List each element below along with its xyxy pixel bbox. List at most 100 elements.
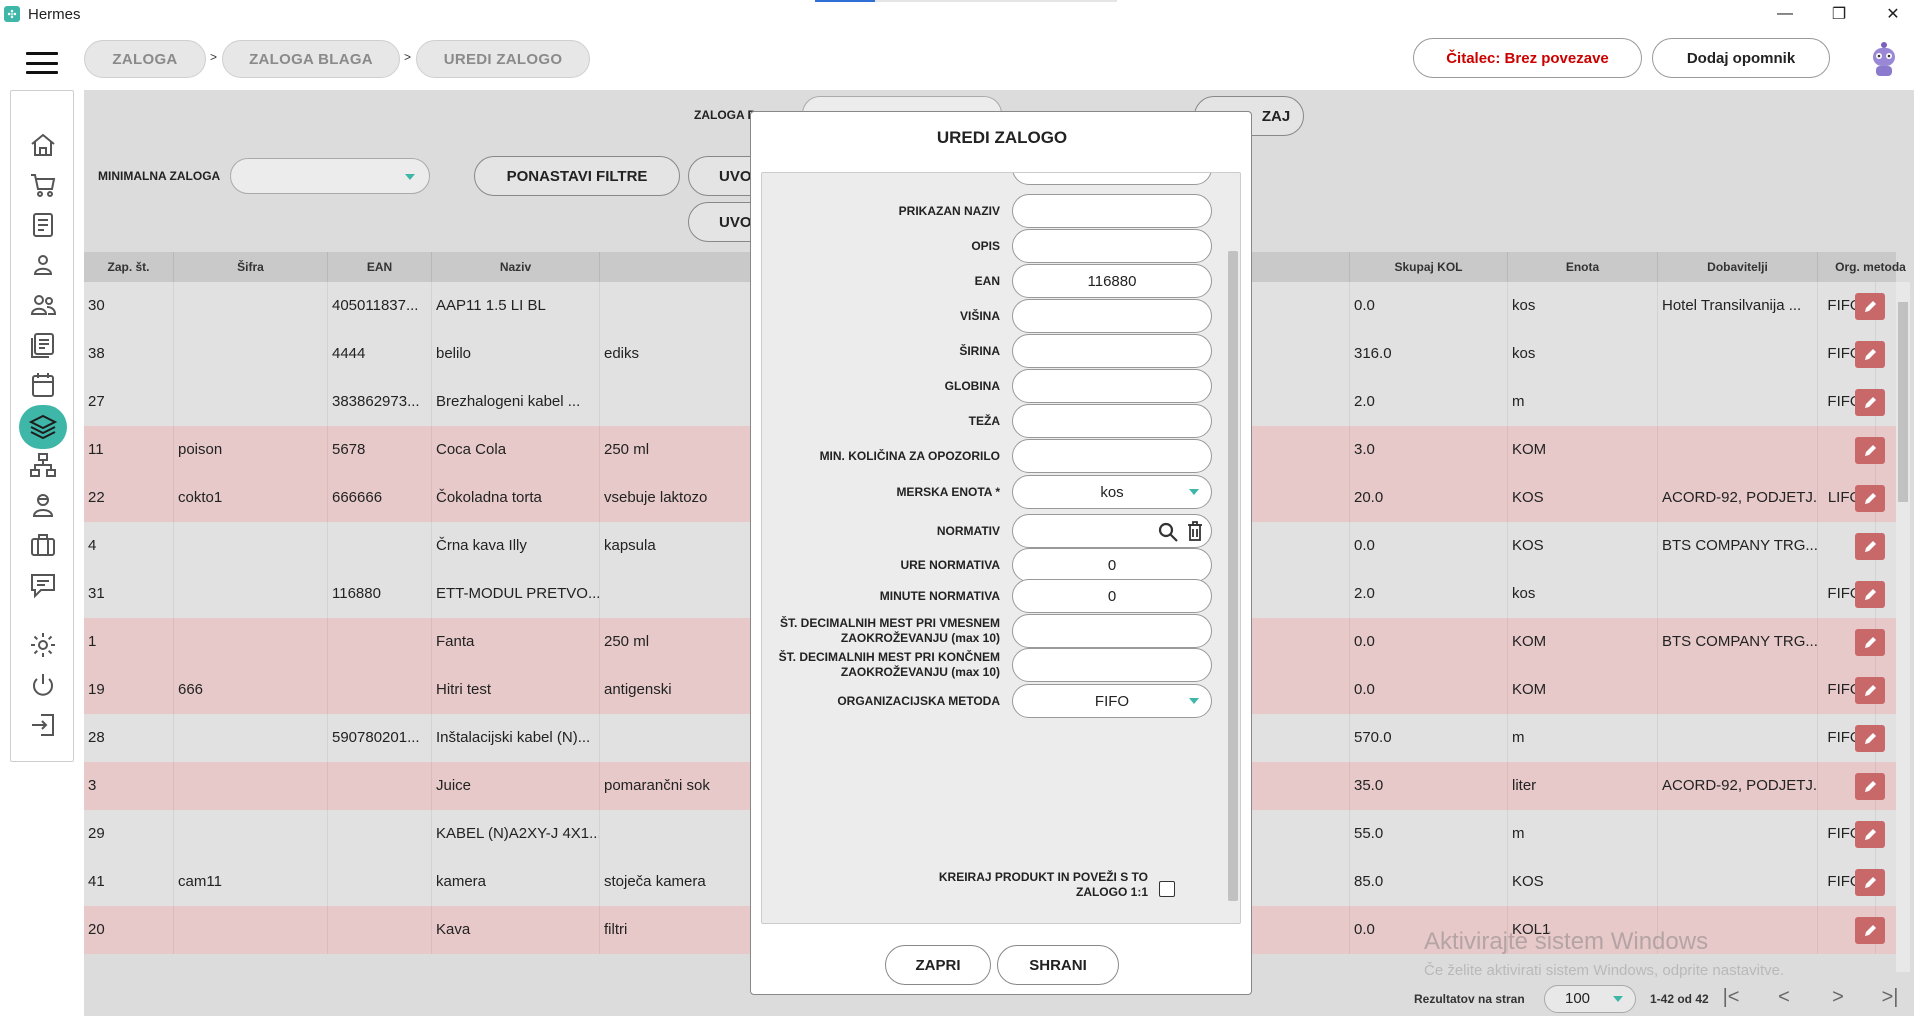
layers-icon[interactable] xyxy=(19,405,67,449)
field-label: OPIS xyxy=(971,238,1000,253)
col-code[interactable]: Šifra xyxy=(174,252,328,282)
field-input[interactable] xyxy=(1012,404,1212,438)
cell-code: cam11 xyxy=(174,858,328,906)
avatar-icon[interactable] xyxy=(1867,40,1901,78)
logout-icon[interactable] xyxy=(27,709,59,741)
cell-ean: 590780201... xyxy=(328,714,432,762)
edit-icon[interactable] xyxy=(1855,485,1885,512)
field-input[interactable] xyxy=(1012,299,1212,333)
col-unit[interactable]: Enota xyxy=(1508,252,1658,282)
col-index[interactable]: Zap. št. xyxy=(84,252,174,282)
menu-icon[interactable] xyxy=(26,52,58,74)
stock-filter-label: ZALOGA P xyxy=(694,108,756,122)
field-input[interactable]: 0 xyxy=(1012,579,1212,613)
gear-icon[interactable] xyxy=(27,629,59,661)
home-icon[interactable] xyxy=(27,129,59,161)
field-input[interactable] xyxy=(1012,614,1212,648)
cell-name: Čokoladna torta xyxy=(432,474,600,522)
cell-name: Hitri test xyxy=(432,666,600,714)
form-row: ŠIRINA xyxy=(762,333,1224,369)
field-input[interactable] xyxy=(1012,229,1212,263)
edit-icon[interactable] xyxy=(1855,437,1885,464)
cell-name: Fanta xyxy=(432,618,600,666)
briefcase-icon[interactable] xyxy=(27,529,59,561)
cell-code xyxy=(174,522,328,570)
col-name[interactable]: Naziv xyxy=(432,252,600,282)
cell-unit: liter xyxy=(1508,762,1658,810)
edit-icon[interactable] xyxy=(1855,341,1885,368)
edit-icon[interactable] xyxy=(1855,821,1885,848)
hidden-field-above[interactable] xyxy=(1012,173,1212,185)
restore-button[interactable]: ❐ xyxy=(1816,0,1862,28)
field-input[interactable] xyxy=(1012,369,1212,403)
breadcrumb-zaloga-blaga[interactable]: ZALOGA BLAGA xyxy=(222,40,400,78)
cell-name: Inštalacijski kabel (N)... xyxy=(432,714,600,762)
results-range: 1-42 od 42 xyxy=(1650,992,1709,1006)
edit-icon[interactable] xyxy=(1855,389,1885,416)
breadcrumb-uredi-zalogo[interactable]: UREDI ZALOGO xyxy=(416,40,590,78)
trash-icon[interactable] xyxy=(1185,520,1205,546)
close-button[interactable]: ZAPRI xyxy=(885,945,991,985)
per-page-select[interactable]: 100 xyxy=(1544,985,1636,1013)
field-input[interactable] xyxy=(1012,514,1212,548)
field-label: PRIKAZAN NAZIV xyxy=(898,203,1000,218)
cell-unit: m xyxy=(1508,810,1658,858)
cart-icon[interactable] xyxy=(27,169,59,201)
save-button[interactable]: SHRANI xyxy=(997,945,1119,985)
add-reminder-button[interactable]: Dodaj opomnik xyxy=(1652,38,1830,78)
form-row: MERSKA ENOTA * kos xyxy=(762,474,1224,510)
edit-icon[interactable] xyxy=(1855,581,1885,608)
edit-icon[interactable] xyxy=(1855,677,1885,704)
first-page-icon[interactable]: |< xyxy=(1717,983,1745,1011)
edit-icon[interactable] xyxy=(1855,773,1885,800)
cell-unit: KOM xyxy=(1508,666,1658,714)
calendar-icon[interactable] xyxy=(27,369,59,401)
table-scrollbar[interactable] xyxy=(1896,282,1910,972)
last-page-icon[interactable]: >| xyxy=(1876,983,1904,1011)
network-icon[interactable] xyxy=(27,449,59,481)
document-icon[interactable] xyxy=(27,209,59,241)
cell-ean: 666666 xyxy=(328,474,432,522)
edit-icon[interactable] xyxy=(1855,917,1885,944)
col-method[interactable]: Org. metoda xyxy=(1818,252,1920,282)
col-ean[interactable]: EAN xyxy=(328,252,432,282)
cell-name: AAP11 1.5 LI BL xyxy=(432,282,600,330)
field-label: EAN xyxy=(974,273,1000,288)
edit-icon[interactable] xyxy=(1855,869,1885,896)
close-window-button[interactable]: ✕ xyxy=(1870,0,1916,28)
field-select[interactable]: FIFO xyxy=(1012,684,1212,718)
dialog-scrollbar[interactable] xyxy=(1226,173,1240,923)
prev-page-icon[interactable]: < xyxy=(1770,983,1798,1011)
cell-unit: kos xyxy=(1508,282,1658,330)
reader-status-button[interactable]: Čitalec: Brez povezave xyxy=(1413,38,1642,78)
min-stock-select[interactable] xyxy=(230,158,430,194)
breadcrumb-zaloga[interactable]: ZALOGA xyxy=(84,40,206,78)
minimize-button[interactable]: — xyxy=(1762,0,1808,28)
col-total[interactable]: Skupaj KOL xyxy=(1350,252,1508,282)
cell-idx: 27 xyxy=(84,378,174,426)
col-suppliers[interactable]: Dobavitelji xyxy=(1658,252,1818,282)
next-page-icon[interactable]: > xyxy=(1824,983,1852,1011)
list-icon[interactable] xyxy=(27,329,59,361)
power-icon[interactable] xyxy=(27,669,59,701)
field-input[interactable] xyxy=(1012,334,1212,368)
search-icon[interactable] xyxy=(1157,521,1179,547)
cell-name: Kava xyxy=(432,906,600,954)
create-product-checkbox[interactable] xyxy=(1159,881,1175,897)
field-input[interactable]: 0 xyxy=(1012,548,1212,582)
people-icon[interactable] xyxy=(27,289,59,321)
user-service-icon[interactable] xyxy=(27,489,59,521)
field-input[interactable] xyxy=(1012,648,1212,682)
field-select[interactable]: kos xyxy=(1012,475,1212,509)
edit-icon[interactable] xyxy=(1855,629,1885,656)
edit-icon[interactable] xyxy=(1855,533,1885,560)
reset-filters-button[interactable]: PONASTAVI FILTRE xyxy=(474,156,680,196)
chat-icon[interactable] xyxy=(27,569,59,601)
edit-icon[interactable] xyxy=(1855,725,1885,752)
field-input[interactable] xyxy=(1012,194,1212,228)
field-input[interactable]: 116880 xyxy=(1012,264,1212,298)
loading-progress xyxy=(815,0,1117,2)
edit-icon[interactable] xyxy=(1855,293,1885,320)
field-input[interactable] xyxy=(1012,439,1212,473)
person-icon[interactable] xyxy=(27,249,59,281)
